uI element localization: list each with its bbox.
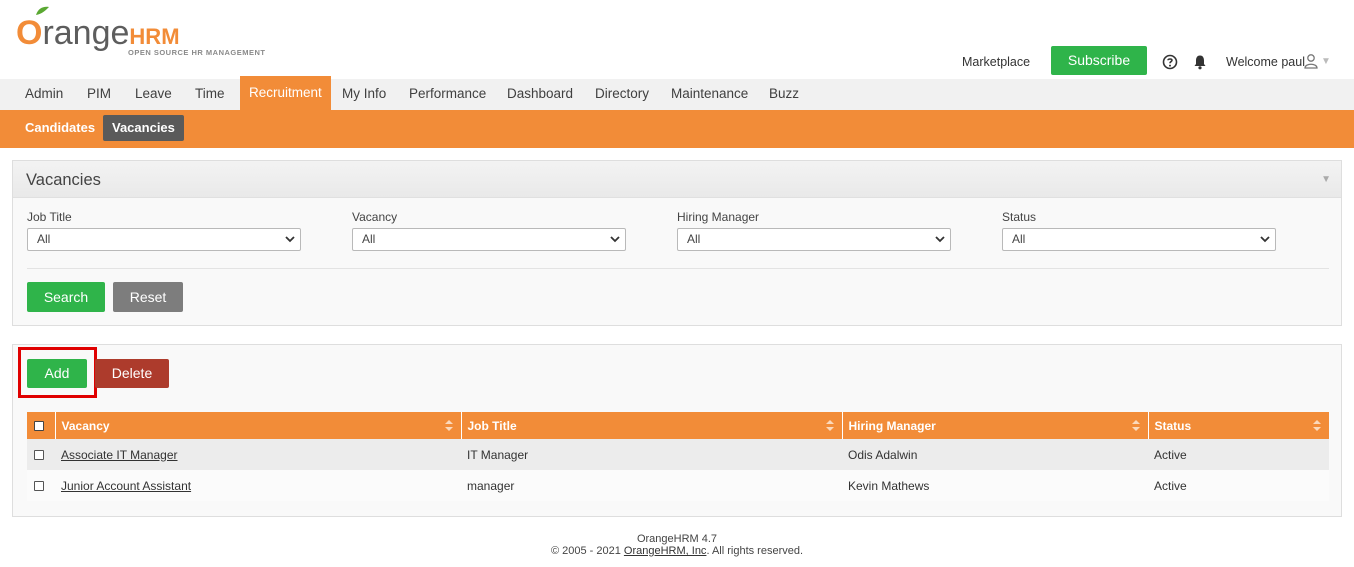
status-cell: Active <box>1148 470 1329 501</box>
column-header-status[interactable]: Status <box>1148 412 1329 439</box>
select-all-cell <box>27 412 56 439</box>
status-filter: Status All <box>1002 210 1276 251</box>
field-label: Vacancy <box>352 210 398 224</box>
job-title-filter: Job Title All <box>27 210 301 251</box>
user-avatar-icon[interactable] <box>1303 53 1319 69</box>
sub-menu: Candidates Vacancies <box>0 110 1354 148</box>
tab-pim[interactable]: PIM <box>78 79 120 110</box>
row-checkbox[interactable] <box>34 450 44 461</box>
tab-buzz[interactable]: Buzz <box>760 79 808 110</box>
vacancy-list-panel: Add Delete Vacancy Job Title Hiring Mana… <box>12 344 1342 517</box>
vacancy-link[interactable]: Junior Account Assistant <box>61 479 191 493</box>
sort-icon[interactable] <box>825 420 834 431</box>
job-title-select[interactable]: All <box>27 228 301 251</box>
header: OrangeHRM OPEN SOURCE HR MANAGEMENT Mark… <box>0 0 1354 79</box>
column-header-vacancy[interactable]: Vacancy <box>55 412 462 439</box>
subtab-vacancies[interactable]: Vacancies <box>103 115 184 141</box>
column-header-hiring-manager[interactable]: Hiring Manager <box>842 412 1149 439</box>
subtab-candidates[interactable]: Candidates <box>16 115 104 141</box>
panel-title: Vacancies <box>26 171 101 189</box>
field-label: Hiring Manager <box>677 210 760 224</box>
row-select-cell <box>27 439 55 470</box>
orangehrm-logo[interactable]: OrangeHRM OPEN SOURCE HR MANAGEMENT <box>16 6 276 66</box>
subscribe-button[interactable]: Subscribe <box>1051 46 1147 75</box>
vacancy-link[interactable]: Associate IT Manager <box>61 448 178 462</box>
table-row: Associate IT Manager IT Manager Odis Ada… <box>27 439 1329 470</box>
tab-admin[interactable]: Admin <box>16 79 72 110</box>
tab-time[interactable]: Time <box>186 79 234 110</box>
footer: OrangeHRM 4.7 © 2005 - 2021 OrangeHRM, I… <box>0 533 1354 557</box>
status-select[interactable]: All <box>1002 228 1276 251</box>
tab-recruitment[interactable]: Recruitment <box>240 76 331 110</box>
chevron-down-icon <box>1260 236 1270 243</box>
hiring-manager-cell: Kevin Mathews <box>842 470 1148 501</box>
vacancy-cell: Junior Account Assistant <box>55 470 461 501</box>
row-checkbox[interactable] <box>34 481 44 492</box>
top-right-bar: Marketplace Subscribe Welcome paul ▼ <box>934 46 1354 76</box>
row-select-cell <box>27 470 55 501</box>
column-header-job-title[interactable]: Job Title <box>461 412 843 439</box>
divider <box>27 268 1329 269</box>
tab-directory[interactable]: Directory <box>586 79 658 110</box>
chevron-down-icon <box>610 236 620 243</box>
tab-performance[interactable]: Performance <box>400 79 495 110</box>
tab-maintenance[interactable]: Maintenance <box>662 79 757 110</box>
delete-button[interactable]: Delete <box>95 359 169 388</box>
job-title-cell: IT Manager <box>461 439 842 470</box>
reset-button[interactable]: Reset <box>113 282 183 312</box>
company-link[interactable]: OrangeHRM, Inc <box>624 545 707 557</box>
sort-icon[interactable] <box>1131 420 1140 431</box>
table-header-row: Vacancy Job Title Hiring Manager Status <box>27 412 1329 439</box>
tab-my-info[interactable]: My Info <box>333 79 395 110</box>
chevron-down-icon[interactable]: ▼ <box>1321 56 1331 67</box>
logo-tagline: OPEN SOURCE HR MANAGEMENT <box>128 48 266 57</box>
status-cell: Active <box>1148 439 1329 470</box>
chevron-down-icon <box>285 236 295 243</box>
job-title-cell: manager <box>461 470 842 501</box>
hiring-manager-select[interactable]: All <box>677 228 951 251</box>
help-icon[interactable] <box>1162 54 1178 70</box>
panel-header: Vacancies ▼ <box>13 161 1341 198</box>
hiring-manager-filter: Hiring Manager All <box>677 210 951 251</box>
tab-leave[interactable]: Leave <box>126 79 181 110</box>
search-button[interactable]: Search <box>27 282 105 312</box>
vacancy-search-panel: Vacancies ▼ Job Title All Vacancy All Hi… <box>12 160 1342 326</box>
main-menu: Admin PIM Leave Time Recruitment My Info… <box>0 76 1354 110</box>
tab-dashboard[interactable]: Dashboard <box>498 79 582 110</box>
collapse-toggle-icon[interactable]: ▼ <box>1321 174 1331 185</box>
copyright-text: © 2005 - 2021 OrangeHRM, Inc. All rights… <box>550 545 804 557</box>
sort-icon[interactable] <box>1313 420 1321 431</box>
select-all-checkbox[interactable] <box>34 421 44 432</box>
vacancy-cell: Associate IT Manager <box>55 439 461 470</box>
field-label: Status <box>1002 210 1037 224</box>
hiring-manager-cell: Odis Adalwin <box>842 439 1148 470</box>
vacancy-filter: Vacancy All <box>352 210 626 251</box>
sort-icon[interactable] <box>444 420 453 431</box>
field-label: Job Title <box>27 210 72 224</box>
version-text: OrangeHRM 4.7 <box>636 533 718 545</box>
vacancy-table: Vacancy Job Title Hiring Manager Status <box>27 412 1329 501</box>
add-button[interactable]: Add <box>27 359 87 388</box>
marketplace-link[interactable]: Marketplace <box>962 55 1030 69</box>
chevron-down-icon <box>935 236 945 243</box>
bell-icon[interactable] <box>1192 54 1208 70</box>
welcome-user-menu[interactable]: Welcome paul <box>1226 55 1305 69</box>
vacancy-select[interactable]: All <box>352 228 626 251</box>
table-row: Junior Account Assistant manager Kevin M… <box>27 470 1329 501</box>
